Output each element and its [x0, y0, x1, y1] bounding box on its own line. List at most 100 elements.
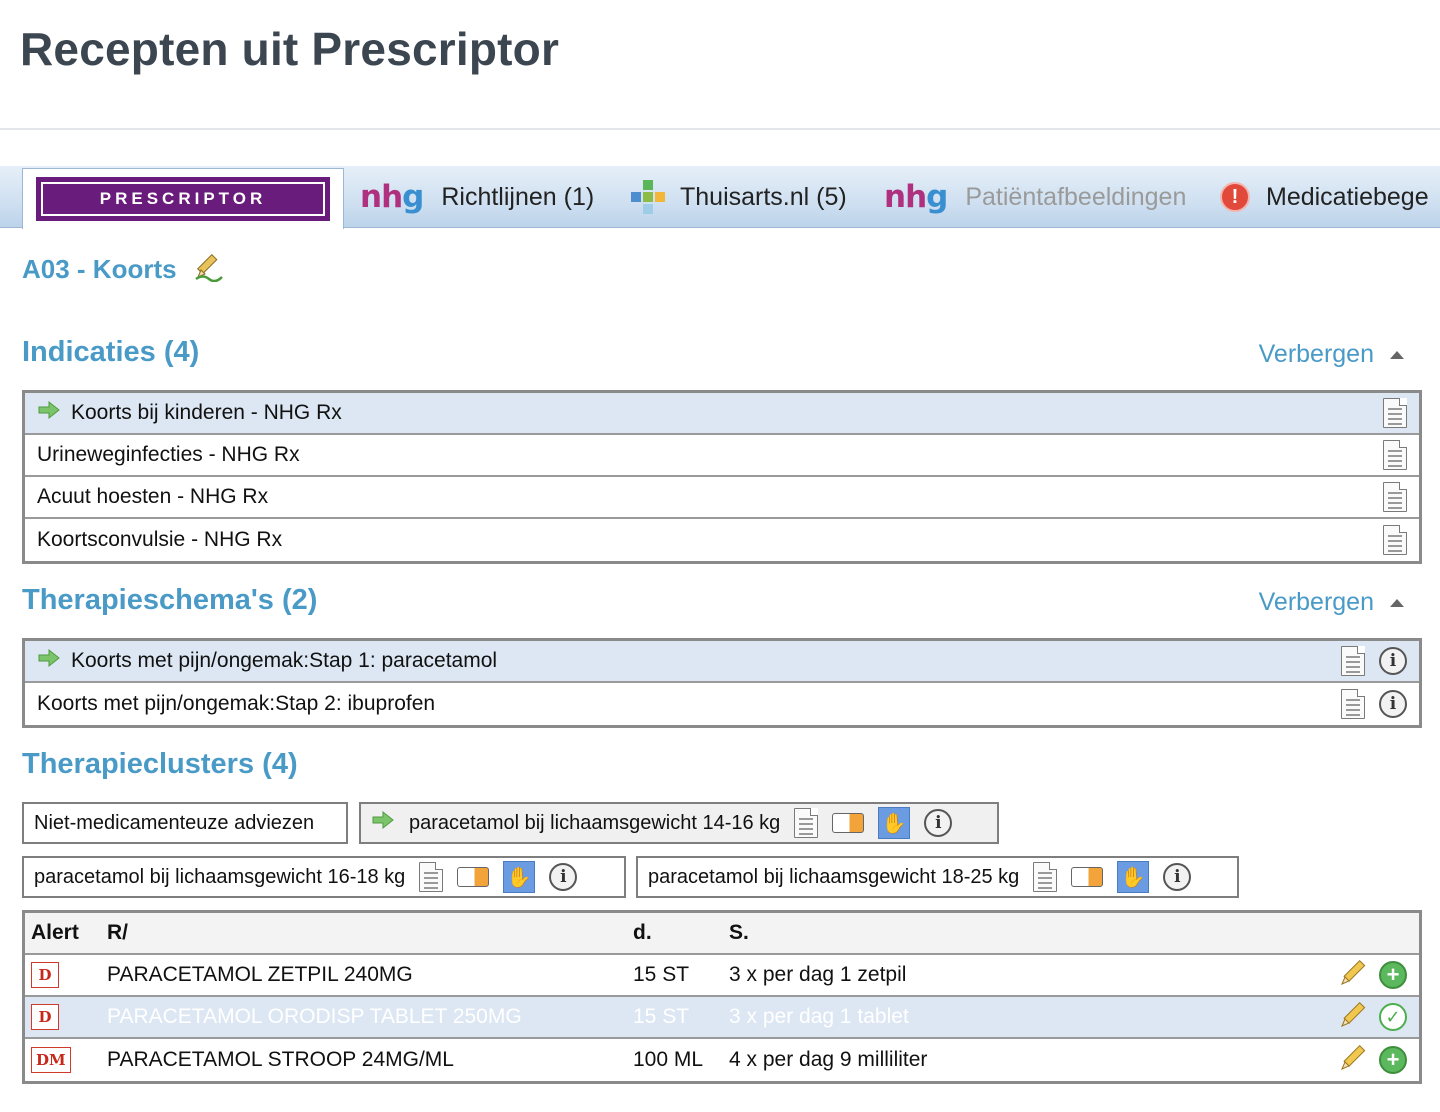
list-item[interactable]: Koorts met pijn/ongemak:Stap 1: paraceta…: [25, 641, 1419, 683]
list-item[interactable]: Urineweginfecties - NHG Rx: [25, 435, 1419, 477]
prescriptor-logo-text: PRESCRIPTOR: [99, 189, 267, 208]
document-icon[interactable]: [419, 862, 444, 892]
arrow-right-icon: [37, 400, 61, 426]
medication-name: PARACETAMOL STROOP 24MG/ML: [107, 1048, 454, 1071]
therapieschemas-title: Therapieschema's (2): [22, 584, 318, 616]
indicaties-hide-toggle[interactable]: Verbergen: [1259, 340, 1404, 369]
info-icon[interactable]: i: [1163, 863, 1192, 891]
document-icon[interactable]: [1341, 646, 1365, 676]
nhg-logo: nhg: [360, 179, 424, 215]
cluster-paracetamol-18-25[interactable]: paracetamol bij lichaamsgewicht 18-25 kg…: [636, 856, 1239, 898]
header-alert: Alert: [31, 921, 79, 944]
cluster-label: paracetamol bij lichaamsgewicht 16-18 kg: [34, 865, 406, 888]
indicatie-label: Urineweginfecties - NHG Rx: [37, 443, 300, 466]
title-divider: [0, 128, 1440, 130]
table-row[interactable]: DM PARACETAMOL STROOP 24MG/ML 100 ML 4 x…: [25, 1039, 1419, 1081]
tab-bar: PRESCRIPTOR nhg Richtlijnen (1) Thuisart…: [0, 166, 1440, 229]
medication-table: Alert R/ d. S. D PARACETAMOL ZETPIL 240M…: [22, 910, 1422, 1084]
nhg-logo: nhg: [884, 179, 948, 215]
therapieschemas-hide-label: Verbergen: [1258, 588, 1374, 616]
document-icon[interactable]: [1383, 440, 1407, 470]
list-item[interactable]: Koorts bij kinderen - NHG Rx: [25, 393, 1419, 435]
therapieclusters-title: Therapieclusters (4): [22, 748, 298, 780]
add-icon[interactable]: +: [1379, 1046, 1407, 1074]
edit-pencil-icon[interactable]: [1339, 957, 1369, 993]
hand-icon[interactable]: ✋: [503, 861, 536, 893]
list-item[interactable]: Koorts met pijn/ongemak:Stap 2: ibuprofe…: [25, 683, 1419, 725]
header-r: R/: [107, 921, 128, 944]
add-icon[interactable]: +: [1379, 961, 1407, 989]
info-icon[interactable]: i: [924, 809, 953, 837]
tab-richtlijnen[interactable]: nhg Richtlijnen (1): [360, 166, 594, 228]
schema-label: Koorts met pijn/ongemak:Stap 1: paraceta…: [71, 649, 498, 672]
info-icon[interactable]: i: [1379, 690, 1407, 718]
alert-badge[interactable]: D: [31, 1004, 59, 1030]
tab-thuisarts[interactable]: Thuisarts.nl (5): [628, 166, 847, 228]
tab-thuisarts-label: Thuisarts.nl (5): [680, 182, 847, 211]
caret-up-icon: [1390, 598, 1404, 607]
indicaties-hide-label: Verbergen: [1258, 340, 1374, 368]
page-title: Recepten uit Prescriptor: [20, 23, 560, 75]
list-item[interactable]: Koortsconvulsie - NHG Rx: [25, 519, 1419, 561]
medication-name: PARACETAMOL ORODISP TABLET 250MG: [107, 1005, 522, 1028]
medication-dosage: 3 x per dag 1 zetpil: [729, 963, 907, 986]
tab-patientafbeeldingen[interactable]: nhg Patiëntafbeeldingen: [884, 166, 1186, 228]
tab-prescriptor[interactable]: PRESCRIPTOR: [22, 168, 344, 229]
prescriptor-logo: PRESCRIPTOR: [36, 177, 330, 221]
medication-quantity: 100 ML: [633, 1048, 704, 1071]
hand-icon[interactable]: ✋: [878, 807, 911, 839]
caret-up-icon: [1390, 350, 1404, 359]
document-icon[interactable]: [1033, 862, 1058, 892]
document-icon[interactable]: [1383, 398, 1407, 428]
cluster-label: paracetamol bij lichaamsgewicht 14-16 kg: [409, 811, 781, 834]
medication-quantity: 15 ST: [633, 1005, 690, 1028]
tab-medicatie-label: Medicatiebege: [1266, 182, 1429, 211]
header-s: S.: [729, 921, 749, 944]
label-tag-icon[interactable]: [1071, 867, 1104, 887]
document-icon[interactable]: [794, 808, 819, 838]
episode-title[interactable]: A03 - Koorts: [22, 254, 177, 285]
info-icon[interactable]: i: [549, 863, 578, 891]
medication-name: PARACETAMOL ZETPIL 240MG: [107, 963, 413, 986]
document-icon[interactable]: [1341, 689, 1365, 719]
table-row[interactable]: D PARACETAMOL ZETPIL 240MG 15 ST 3 x per…: [25, 955, 1419, 997]
alert-icon: !: [1220, 182, 1250, 212]
info-icon[interactable]: i: [1379, 647, 1407, 675]
therapieschemas-list: Koorts met pijn/ongemak:Stap 1: paraceta…: [22, 638, 1422, 728]
thuisarts-icon: [628, 177, 668, 217]
indicaties-list: Koorts bij kinderen - NHG Rx Urineweginf…: [22, 390, 1422, 564]
check-icon[interactable]: ✓: [1379, 1003, 1407, 1031]
cluster-paracetamol-16-18[interactable]: paracetamol bij lichaamsgewicht 16-18 kg…: [22, 856, 626, 898]
table-row[interactable]: D PARACETAMOL ORODISP TABLET 250MG 15 ST…: [25, 997, 1419, 1039]
episode-heading: A03 - Koorts: [22, 250, 225, 289]
label-tag-icon[interactable]: [832, 813, 865, 833]
list-item[interactable]: Acuut hoesten - NHG Rx: [25, 477, 1419, 519]
header-d: d.: [633, 921, 652, 944]
label-tag-icon[interactable]: [457, 867, 490, 887]
edit-pencil-icon[interactable]: [193, 250, 225, 289]
table-header: Alert R/ d. S.: [25, 913, 1419, 955]
cluster-paracetamol-14-16[interactable]: paracetamol bij lichaamsgewicht 14-16 kg…: [359, 802, 999, 844]
document-icon[interactable]: [1383, 482, 1407, 512]
document-icon[interactable]: [1383, 525, 1407, 555]
indicatie-label: Acuut hoesten - NHG Rx: [37, 485, 269, 508]
hand-icon[interactable]: ✋: [1117, 861, 1150, 893]
cluster-niet-medicamenteus[interactable]: Niet-medicamenteuze adviezen: [22, 802, 348, 844]
therapieschemas-hide-toggle[interactable]: Verbergen: [1259, 588, 1404, 617]
arrow-right-icon: [371, 810, 395, 836]
medication-dosage: 4 x per dag 9 milliliter: [729, 1048, 928, 1071]
medication-quantity: 15 ST: [633, 963, 690, 986]
medication-dosage: 3 x per dag 1 tablet: [729, 1005, 909, 1028]
tab-patientafbeeldingen-label: Patiëntafbeeldingen: [965, 182, 1187, 211]
edit-pencil-icon[interactable]: [1339, 999, 1369, 1035]
alert-badge[interactable]: DM: [31, 1047, 71, 1073]
tab-richtlijnen-label: Richtlijnen (1): [441, 182, 595, 211]
cluster-label: paracetamol bij lichaamsgewicht 18-25 kg: [648, 865, 1020, 888]
alert-badge[interactable]: D: [31, 962, 59, 988]
tab-medicatiebegeleiding[interactable]: ! Medicatiebege: [1220, 166, 1429, 228]
arrow-right-icon: [37, 648, 61, 674]
indicatie-label: Koortsconvulsie - NHG Rx: [37, 528, 283, 551]
cluster-label: Niet-medicamenteuze adviezen: [34, 811, 315, 834]
edit-pencil-icon[interactable]: [1339, 1042, 1369, 1078]
indicaties-title: Indicaties (4): [22, 336, 200, 368]
